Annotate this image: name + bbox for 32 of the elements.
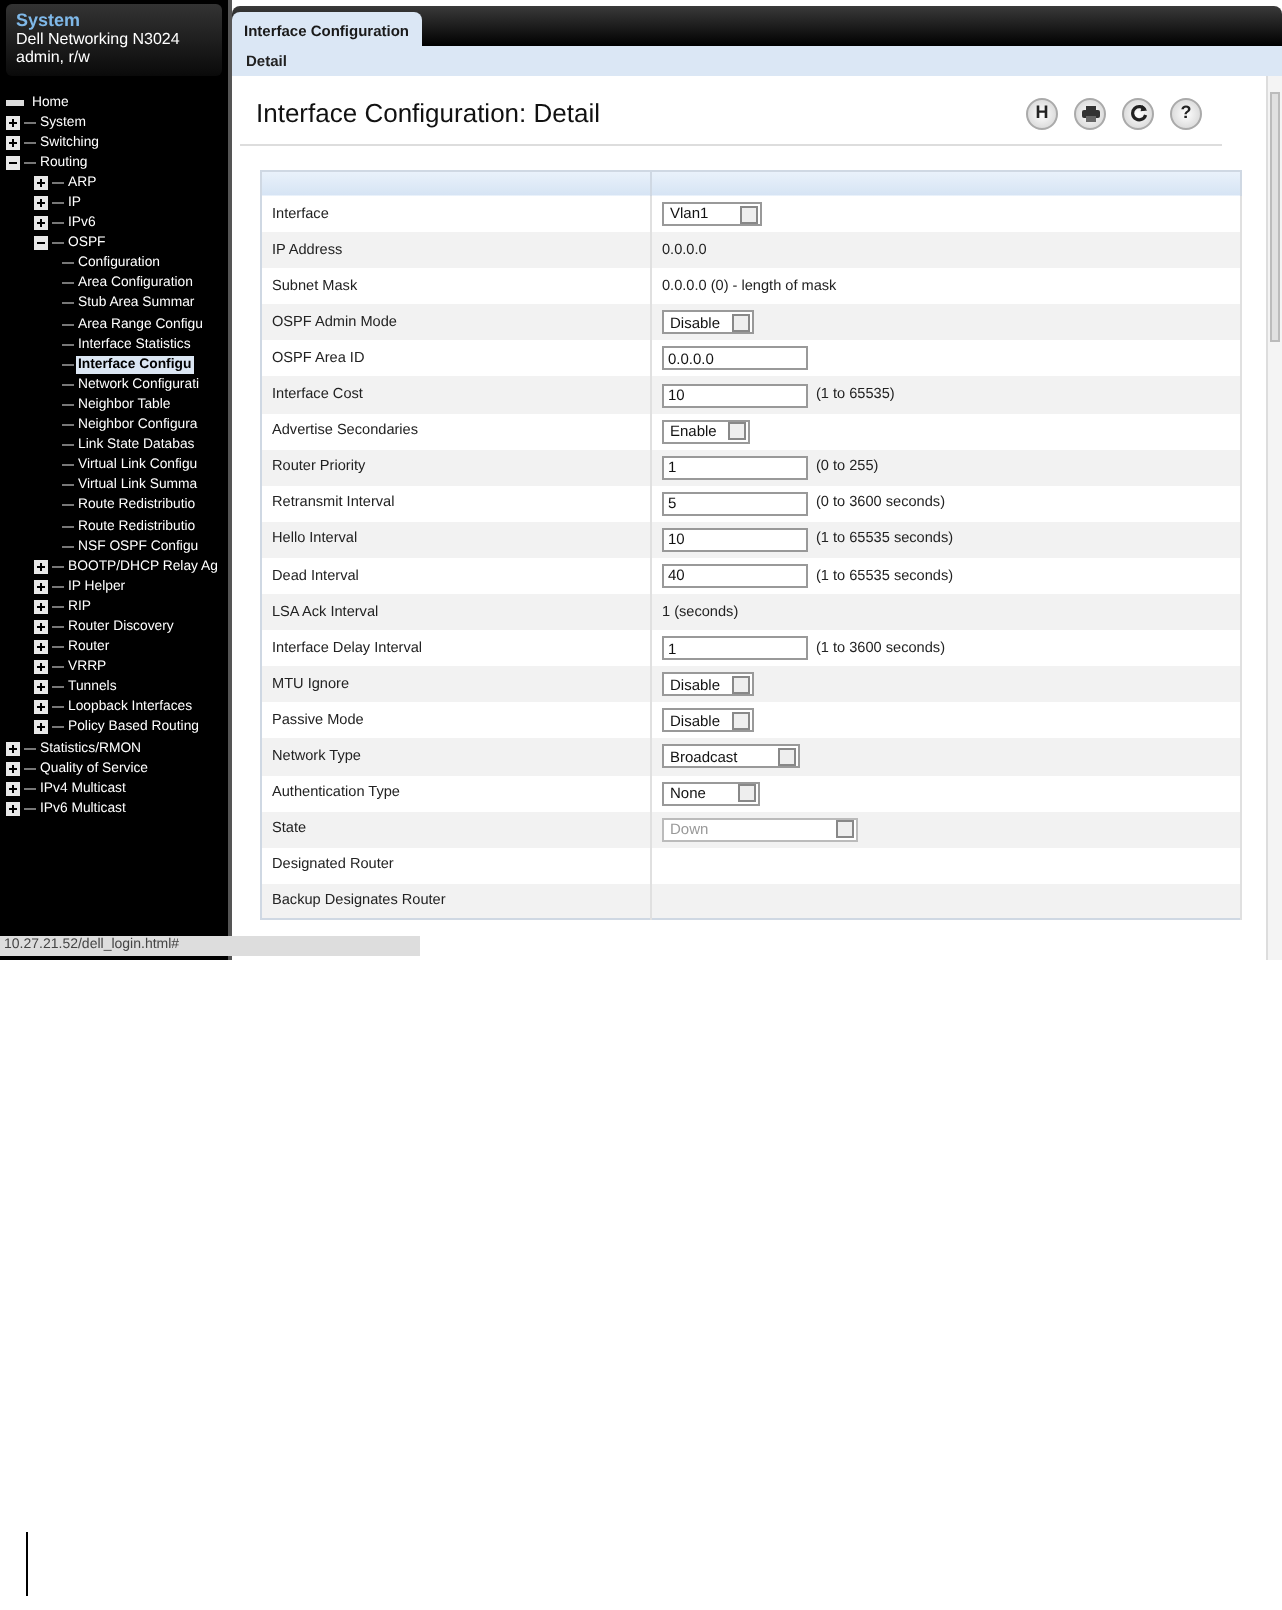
toolbar-button[interactable]: H <box>1026 97 1058 130</box>
expand-icon[interactable] <box>34 216 48 231</box>
refresh-icon <box>1129 104 1147 123</box>
system-title: System <box>16 10 81 30</box>
expand-icon[interactable] <box>34 599 48 614</box>
expand-icon[interactable] <box>6 741 20 756</box>
expand-icon[interactable] <box>34 619 48 634</box>
expand-icon[interactable] <box>34 700 48 715</box>
expand-icon[interactable] <box>6 135 20 150</box>
device-name: Dell Networking N3024 <box>16 30 180 48</box>
expand-icon[interactable] <box>34 196 48 211</box>
scrollbar[interactable] <box>1266 76 1282 960</box>
printer-icon <box>1081 105 1099 122</box>
expand-icon[interactable] <box>34 579 48 594</box>
expand-icon[interactable] <box>6 781 20 796</box>
expand-icon[interactable] <box>6 761 20 776</box>
expand-icon[interactable] <box>34 559 48 574</box>
expand-icon[interactable] <box>34 175 48 190</box>
expand-icon[interactable] <box>34 720 48 735</box>
collapse-icon[interactable] <box>6 155 20 170</box>
collapse-icon[interactable] <box>34 236 48 251</box>
home-icon <box>6 99 24 106</box>
expand-icon[interactable] <box>34 660 48 675</box>
expand-icon[interactable] <box>6 801 20 816</box>
user-role: admin, r/w <box>16 48 90 66</box>
expand-icon[interactable] <box>34 680 48 695</box>
help-button[interactable]: ? <box>1170 97 1202 130</box>
refresh-button[interactable] <box>1122 97 1154 130</box>
print-button[interactable] <box>1074 97 1106 130</box>
page-title: Interface Configuration: Detail <box>256 96 600 132</box>
expand-icon[interactable] <box>34 640 48 655</box>
expand-icon[interactable] <box>6 115 20 130</box>
